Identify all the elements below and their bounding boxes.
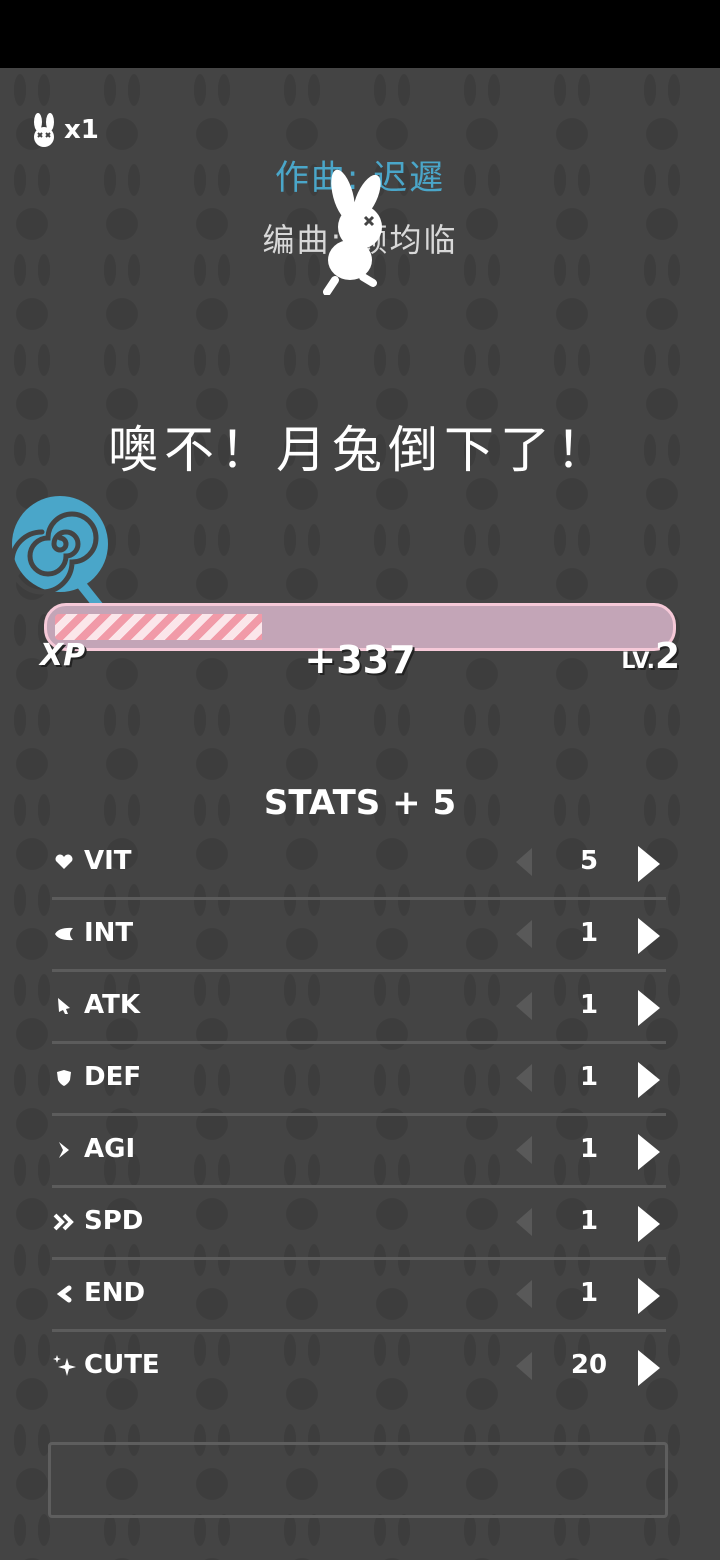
double-chevron-icon	[52, 1210, 76, 1234]
sparkle-icon	[52, 1354, 76, 1378]
stat-name: DEF	[84, 1062, 142, 1092]
level-indicator: LV.2	[621, 636, 680, 677]
bunny-icon	[34, 113, 54, 147]
stat-name: CUTE	[84, 1350, 160, 1380]
status-bar	[0, 0, 720, 68]
stat-row-agi: AGI 1	[52, 1116, 666, 1188]
xp-progress-fill	[55, 614, 262, 640]
stat-value: 5	[579, 846, 599, 876]
decrease-button[interactable]	[516, 848, 532, 876]
stat-name: AGI	[84, 1134, 136, 1164]
stats-title: STATS + 5	[263, 783, 457, 823]
lives-count: x1	[64, 115, 99, 145]
stat-name: END	[84, 1278, 146, 1308]
increase-button[interactable]	[638, 918, 660, 954]
decrease-button[interactable]	[516, 1136, 532, 1164]
stat-row-cute: CUTE 20	[52, 1332, 666, 1404]
stat-row-def: DEF 1	[52, 1044, 666, 1116]
increase-button[interactable]	[638, 1206, 660, 1242]
increase-button[interactable]	[638, 1134, 660, 1170]
stat-row-atk: ATK 1	[52, 972, 666, 1044]
decrease-button[interactable]	[516, 992, 532, 1020]
continue-button[interactable]	[48, 1442, 668, 1518]
sword-icon	[52, 994, 76, 1018]
stat-value: 1	[579, 990, 599, 1020]
heart-icon	[52, 850, 76, 874]
stat-name: INT	[84, 918, 134, 948]
stat-name: SPD	[84, 1206, 144, 1236]
game-over-headline: 噢不！月兔倒下了！	[108, 421, 612, 479]
increase-button[interactable]	[638, 1350, 660, 1386]
bunny-mascot	[323, 169, 382, 295]
stat-row-vit: VIT 5	[52, 828, 666, 900]
decrease-button[interactable]	[516, 1352, 532, 1380]
stat-row-int: INT 1	[52, 900, 666, 972]
increase-button[interactable]	[638, 990, 660, 1026]
stat-row-end: END 1	[52, 1260, 666, 1332]
increase-button[interactable]	[638, 1062, 660, 1098]
lives-counter: x1	[28, 113, 99, 147]
decrease-button[interactable]	[516, 1064, 532, 1092]
decrease-button[interactable]	[516, 1208, 532, 1236]
increase-button[interactable]	[638, 846, 660, 882]
level-prefix: LV.	[621, 649, 655, 674]
xp-gain: +337	[304, 638, 416, 682]
stat-name: ATK	[84, 990, 140, 1020]
arrow-icon	[52, 1138, 76, 1162]
stat-value: 1	[579, 1278, 599, 1308]
stat-value: 1	[579, 1206, 599, 1236]
decrease-button[interactable]	[516, 1280, 532, 1308]
shield-icon	[52, 1066, 76, 1090]
brain-icon	[52, 922, 76, 946]
level-value: 2	[654, 636, 680, 677]
stats-list: VIT 5 INT 1 ATK 1 DEF 1 AGI 1 SPD 1 END …	[52, 828, 666, 1404]
lollipop-icon	[9, 496, 108, 613]
stat-value: 1	[579, 918, 599, 948]
stat-name: VIT	[84, 846, 132, 876]
loop-arrow-icon	[52, 1282, 76, 1306]
stat-value: 1	[579, 1134, 599, 1164]
stat-value: 20	[570, 1350, 608, 1380]
decrease-button[interactable]	[516, 920, 532, 948]
stat-row-spd: SPD 1	[52, 1188, 666, 1260]
stat-value: 1	[579, 1062, 599, 1092]
increase-button[interactable]	[638, 1278, 660, 1314]
